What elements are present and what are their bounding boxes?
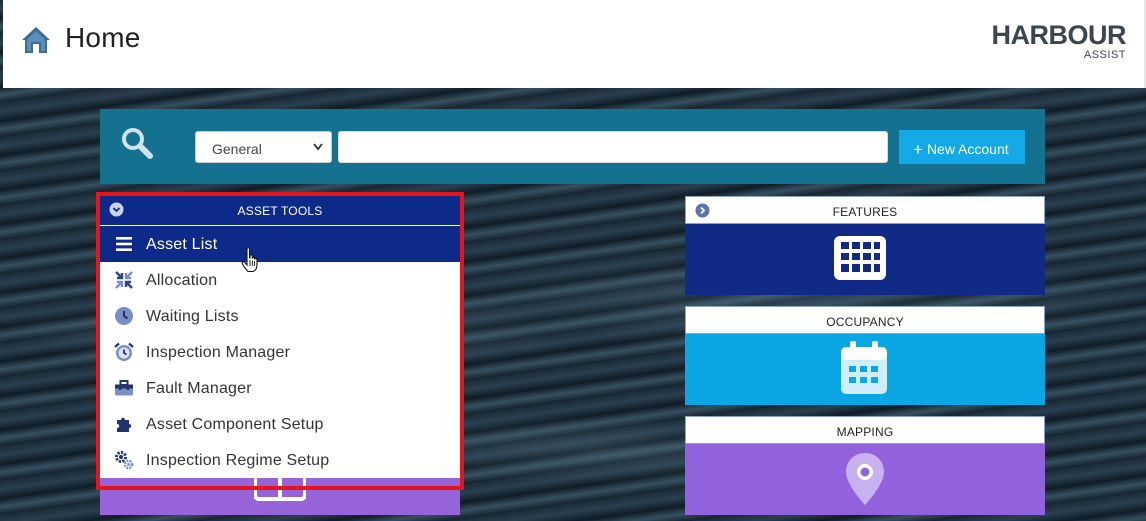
grid-icon <box>834 236 886 280</box>
search-input[interactable] <box>338 131 888 163</box>
tile-title: MAPPING <box>836 425 894 439</box>
search-category-value: General <box>212 141 262 157</box>
tile-header: FEATURES <box>685 196 1045 224</box>
search-icon <box>122 128 153 159</box>
calendar-icon <box>841 341 887 394</box>
harbour-assist-logo: HARBOUR ASSIST <box>991 20 1127 61</box>
tile-body[interactable] <box>685 224 1045 295</box>
tile-header: OCCUPANCY <box>685 306 1045 334</box>
home-icon[interactable] <box>20 25 52 55</box>
new-account-button[interactable]: + New Account <box>899 130 1025 164</box>
tile-header: MAPPING <box>685 416 1045 444</box>
tile-body[interactable] <box>685 444 1045 515</box>
highlight-frame <box>96 192 464 490</box>
plus-icon: + <box>913 140 923 159</box>
tile-body[interactable] <box>685 334 1045 405</box>
page-title: Home <box>65 22 141 53</box>
hand-cursor-icon <box>241 247 258 273</box>
search-category-select[interactable]: General <box>195 131 332 163</box>
tile-features[interactable]: FEATURES <box>685 196 1045 295</box>
tile-mapping[interactable]: MAPPING <box>685 416 1045 515</box>
top-header: Home HARBOUR ASSIST <box>3 0 1146 88</box>
tile-title: OCCUPANCY <box>826 315 904 329</box>
search-bar: General + New Account <box>100 109 1045 184</box>
tile-occupancy[interactable]: OCCUPANCY <box>685 306 1045 405</box>
chevron-down-icon <box>313 143 323 151</box>
map-pin-icon <box>846 453 884 505</box>
tile-title: FEATURES <box>832 205 898 219</box>
